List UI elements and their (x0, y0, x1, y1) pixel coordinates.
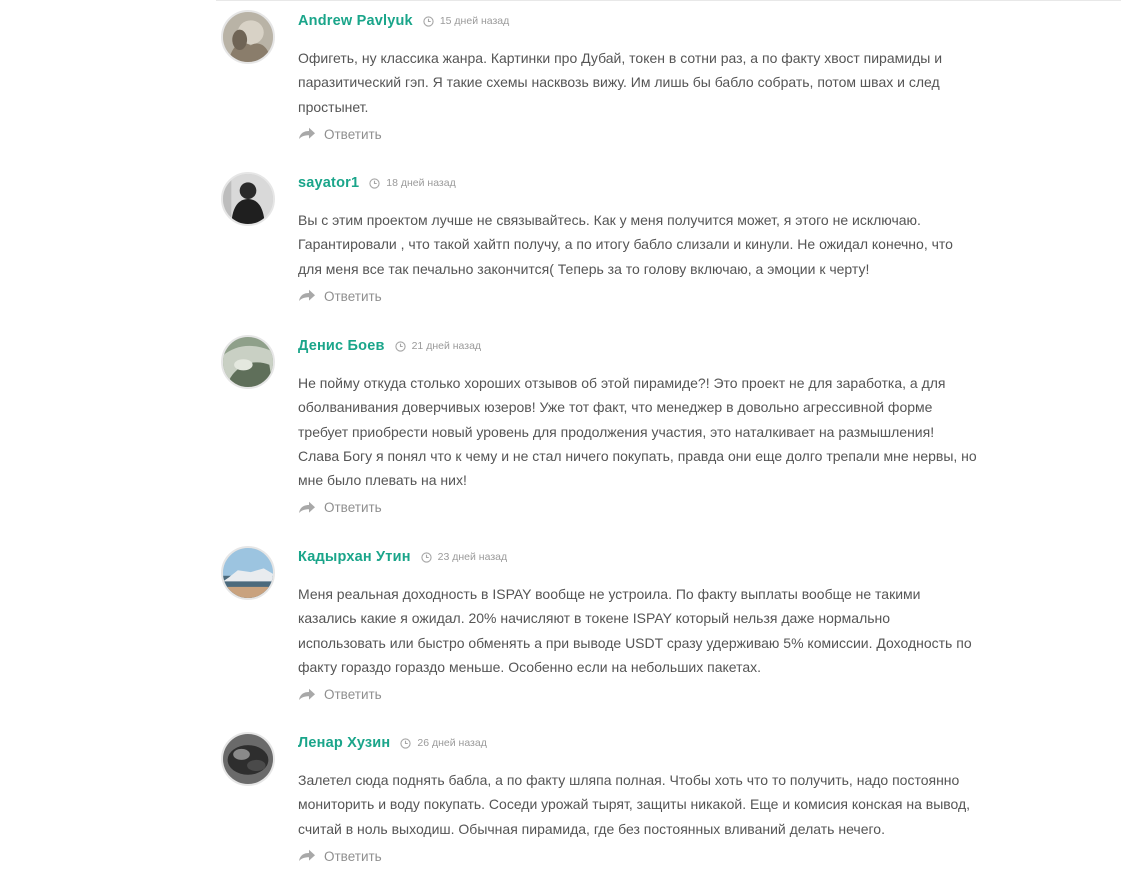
comment-text: Меня реальная доходность в ISPAY вообще … (298, 586, 972, 675)
comment-author[interactable]: Ленар Хузин (298, 735, 390, 751)
comment-author[interactable]: Andrew Pavlyuk (298, 13, 413, 29)
comment-time: 23 дней назад (421, 551, 507, 563)
reply-label: Ответить (324, 848, 382, 864)
clock-icon (400, 737, 412, 749)
reply-button[interactable]: Ответить (298, 500, 382, 515)
reply-label: Ответить (324, 500, 382, 516)
reply-arrow-icon (299, 290, 315, 302)
reply-arrow-icon (299, 688, 315, 700)
comment-text: Вы с этим проектом лучше не связывайтесь… (298, 212, 953, 277)
clock-icon (423, 15, 434, 27)
comment-time: 15 дней назад (423, 15, 509, 27)
avatar[interactable] (221, 172, 275, 226)
comment-author[interactable]: sayator1 (298, 175, 359, 191)
clock-icon (369, 177, 380, 189)
comment-text: Не пойму откуда столько хороших отзывов … (298, 375, 977, 489)
comment-time: 21 дней назад (394, 340, 482, 352)
divider (216, 0, 1121, 1)
avatar[interactable] (221, 10, 275, 64)
comment-time-text: 23 дней назад (437, 551, 508, 563)
reply-label: Ответить (324, 687, 382, 703)
clock-icon (421, 551, 432, 563)
comment-time-text: 18 дней назад (386, 177, 456, 189)
reply-button[interactable]: Ответить (298, 289, 382, 304)
comment-author[interactable]: Кадырхан Утин (298, 549, 411, 565)
comment-time-text: 21 дней назад (411, 340, 482, 352)
clock-icon (394, 340, 406, 352)
reply-button[interactable]: Ответить (298, 127, 382, 142)
reply-arrow-icon (299, 501, 315, 513)
comment-time-text: 26 дней назад (417, 737, 487, 749)
comment-time-text: 15 дней назад (439, 15, 510, 27)
comments-page: Andrew Pavlyuk 15 дней назад Офигеть, ну… (0, 0, 1121, 895)
avatar[interactable] (221, 732, 275, 786)
reply-button[interactable]: Ответить (298, 687, 382, 702)
reply-label: Ответить (324, 126, 382, 142)
avatar[interactable] (221, 546, 275, 600)
comment-author[interactable]: Денис Боев (298, 338, 385, 354)
comment-text: Залетел сюда поднять бабла, а по факту ш… (298, 772, 971, 837)
comment-time: 26 дней назад (400, 737, 487, 749)
reply-label: Ответить (324, 288, 382, 304)
reply-arrow-icon (299, 128, 315, 140)
comment-text: Офигеть, ну классика жанра. Картинки про… (298, 50, 943, 115)
avatar[interactable] (221, 335, 275, 389)
reply-button[interactable]: Ответить (298, 849, 382, 864)
comment-time: 18 дней назад (369, 177, 456, 189)
reply-arrow-icon (299, 850, 315, 862)
